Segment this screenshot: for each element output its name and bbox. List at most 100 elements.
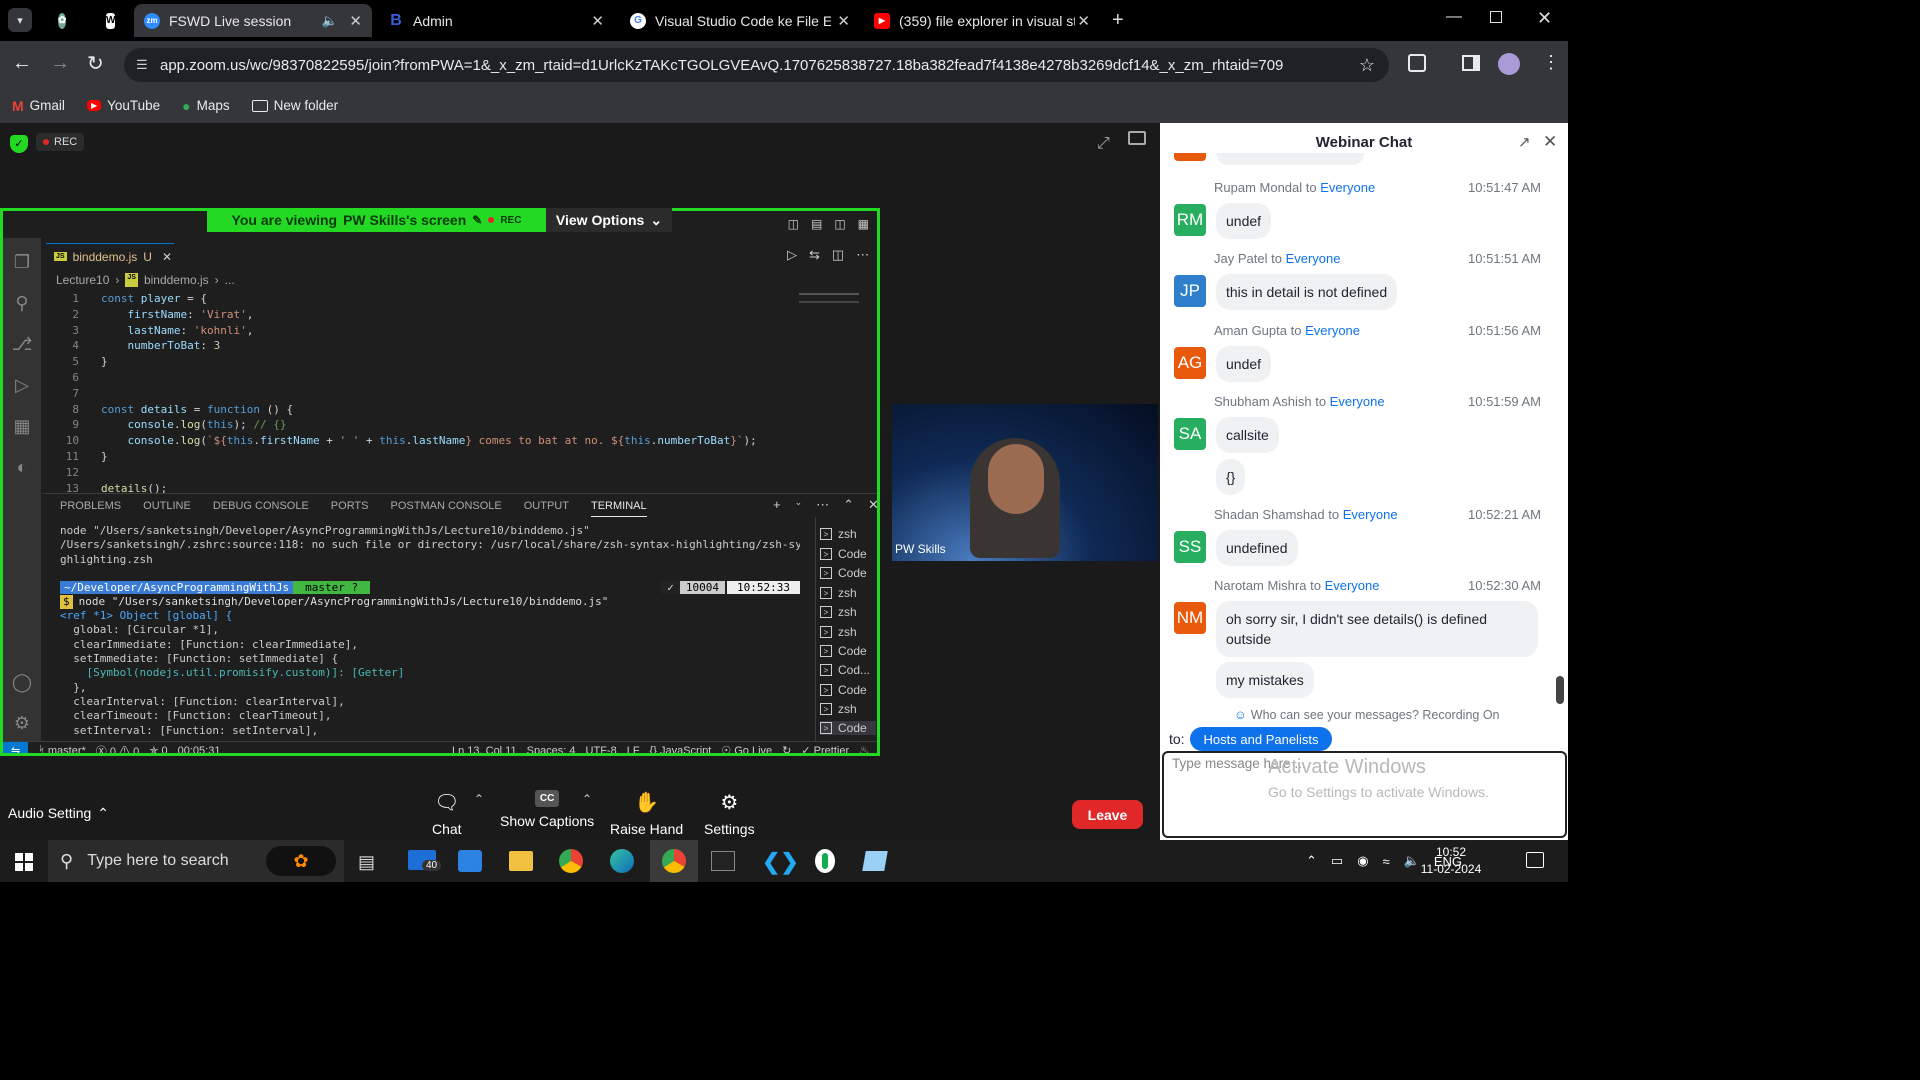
settings-control[interactable]: ⚙ Settings bbox=[704, 790, 755, 837]
terminal-list-item[interactable]: > zsh bbox=[820, 586, 857, 600]
tab-outline[interactable]: OUTLINE bbox=[143, 500, 191, 517]
language-status[interactable]: {} JavaScript bbox=[650, 745, 712, 754]
mongodb-icon[interactable] bbox=[815, 849, 835, 873]
profile-avatar[interactable] bbox=[1498, 53, 1520, 75]
chat-control[interactable]: 🗨 Chat bbox=[432, 790, 462, 837]
bookmark-star-icon[interactable]: ☆ bbox=[1359, 55, 1375, 76]
close-tab-icon[interactable]: ✕ bbox=[591, 12, 604, 30]
bookmark-new-folder[interactable]: New folder bbox=[251, 98, 338, 113]
toggle-panel-icon[interactable]: ▤ bbox=[811, 217, 822, 231]
terminal-list-item[interactable]: > zsh bbox=[820, 605, 857, 619]
chrome-active-icon[interactable] bbox=[650, 840, 698, 882]
wifi-icon[interactable]: ≈ bbox=[1383, 854, 1390, 869]
editor-tab[interactable]: JS binddemo.js U ✕ bbox=[46, 243, 174, 269]
tab-google[interactable]: G Visual Studio Code ke File Explo ✕ bbox=[620, 4, 860, 37]
taskbar-search[interactable]: ⚲ Type here to search ✿ bbox=[48, 840, 344, 882]
app-icon[interactable] bbox=[862, 851, 888, 871]
recording-badge[interactable]: REC bbox=[36, 133, 85, 151]
terminal-list-item[interactable]: > Code bbox=[820, 683, 867, 697]
maximize-panel-icon[interactable]: ⌃ bbox=[843, 497, 854, 513]
run-debug-icon[interactable]: ▷ bbox=[15, 375, 29, 396]
terminal-output[interactable]: node "/Users/sanketsingh/Developer/Async… bbox=[60, 524, 800, 744]
windows-start-icon[interactable] bbox=[15, 853, 33, 871]
terminal-list-item[interactable]: > zsh bbox=[820, 702, 857, 716]
meet-now-icon[interactable]: ◉ bbox=[1357, 853, 1368, 869]
terminal-icon[interactable] bbox=[711, 851, 735, 871]
edge-icon[interactable] bbox=[610, 849, 634, 873]
tab-admin[interactable]: B Admin ✕ bbox=[378, 4, 614, 37]
view-options-button[interactable]: View Options ⌄ bbox=[546, 208, 672, 232]
popout-icon[interactable]: ↗ bbox=[1518, 133, 1531, 151]
minimize-icon[interactable]: — bbox=[1446, 8, 1462, 26]
remote-indicator-icon[interactable]: ⇋ bbox=[3, 741, 29, 753]
close-panel-icon[interactable]: ✕ bbox=[868, 497, 877, 513]
forward-icon[interactable]: → bbox=[50, 52, 70, 75]
sync-icon[interactable]: ↻ bbox=[782, 744, 791, 753]
extensions-icon[interactable]: ▦ bbox=[13, 416, 30, 437]
clock[interactable]: 10:52 11-02-2024 bbox=[1420, 844, 1482, 878]
tab-output[interactable]: OUTPUT bbox=[524, 500, 569, 517]
branch-status[interactable]: ᛋ master* bbox=[38, 745, 86, 754]
eol-status[interactable]: LF bbox=[627, 745, 640, 754]
close-tab-icon[interactable]: ✕ bbox=[837, 12, 850, 30]
chrome-icon[interactable] bbox=[559, 849, 583, 873]
file-explorer-icon[interactable] bbox=[509, 851, 533, 871]
volume-icon[interactable]: 🔈 bbox=[1404, 853, 1420, 869]
chat-scrollbar[interactable] bbox=[1556, 676, 1564, 704]
leave-button[interactable]: Leave bbox=[1072, 800, 1143, 829]
terminal-list-item[interactable]: > Code bbox=[820, 547, 867, 561]
source-control-icon[interactable]: ⎇ bbox=[12, 334, 33, 355]
bookmark-youtube[interactable]: ▶ YouTube bbox=[86, 98, 160, 113]
notifications-icon[interactable]: ♨ bbox=[859, 744, 869, 753]
back-icon[interactable]: ← bbox=[12, 52, 32, 75]
split-editor-icon[interactable]: ◫ bbox=[832, 247, 844, 263]
compare-icon[interactable]: ⇆ bbox=[809, 247, 820, 263]
tab-terminal[interactable]: TERMINAL bbox=[590, 500, 647, 517]
speaker-icon[interactable]: 🔈 bbox=[322, 13, 338, 29]
breadcrumb-file[interactable]: binddemo.js bbox=[144, 273, 209, 287]
search-icon[interactable]: ⚲ bbox=[15, 293, 28, 314]
tab-debug-console[interactable]: DEBUG CONSOLE bbox=[213, 500, 309, 517]
indentation-status[interactable]: Spaces: 4 bbox=[527, 745, 576, 754]
terminal-dropdown-icon[interactable]: ⌄ bbox=[795, 497, 803, 513]
captions-chevron-icon[interactable]: ⌃ bbox=[582, 792, 592, 806]
audio-setting-button[interactable]: Audio Setting ⌃ bbox=[8, 805, 109, 822]
terminal-list-item[interactable]: > Cod... bbox=[820, 663, 870, 677]
close-tab-icon[interactable]: ✕ bbox=[162, 250, 172, 264]
presenter-video[interactable]: PW Skills bbox=[892, 404, 1158, 561]
breadcrumb-more[interactable]: ... bbox=[225, 273, 235, 287]
manage-gear-icon[interactable]: ⚙ bbox=[14, 713, 30, 734]
run-icon[interactable]: ▷ bbox=[787, 247, 797, 263]
close-chat-icon[interactable]: ✕ bbox=[1543, 132, 1557, 152]
code-editor[interactable]: 1 const player = { 2 firstName: 'Virat', … bbox=[43, 291, 803, 493]
go-live-status[interactable]: ☉ Go Live bbox=[721, 744, 772, 753]
tab-postman-console[interactable]: POSTMAN CONSOLE bbox=[391, 500, 502, 517]
view-switch-icon[interactable] bbox=[1128, 131, 1146, 145]
ports-status[interactable]: ✯ 0 bbox=[149, 744, 167, 753]
tab-zoom[interactable]: zm FSWD Live session 🔈 ✕ bbox=[134, 4, 372, 37]
tab-chatgpt[interactable]: ✿ bbox=[48, 4, 76, 37]
terminal-list-item[interactable]: > Code bbox=[820, 644, 867, 658]
close-tab-icon[interactable]: ✕ bbox=[349, 12, 362, 30]
customize-layout-icon[interactable]: ▦ bbox=[858, 217, 869, 231]
recipient-select[interactable]: Hosts and Panelists bbox=[1190, 727, 1332, 751]
site-info-icon[interactable]: ☰ bbox=[136, 57, 148, 73]
vscode-icon[interactable]: ❮❯ bbox=[762, 849, 799, 875]
tab-search-button[interactable]: ▾ bbox=[8, 8, 32, 32]
bookmark-gmail[interactable]: M Gmail bbox=[12, 98, 65, 114]
chevron-up-icon[interactable]: ⌃ bbox=[1306, 853, 1317, 869]
account-icon[interactable]: ◯ bbox=[12, 672, 32, 693]
tab-ports[interactable]: PORTS bbox=[331, 500, 369, 517]
tab-problems[interactable]: PROBLEMS bbox=[60, 500, 121, 517]
encoding-status[interactable]: UTF-8 bbox=[586, 745, 617, 754]
restore-icon[interactable] bbox=[1490, 11, 1502, 23]
more-menu-icon[interactable]: ⋮ bbox=[1542, 52, 1560, 73]
close-window-icon[interactable]: ✕ bbox=[1537, 8, 1552, 29]
prettier-status[interactable]: ✓ Prettier bbox=[801, 744, 849, 753]
breadcrumb-folder[interactable]: Lecture10 bbox=[56, 273, 109, 287]
remote-icon[interactable]: ◐ bbox=[17, 457, 28, 478]
errors-status[interactable]: Ⓧ 0 ⚠ 0 bbox=[96, 743, 139, 754]
security-shield-icon[interactable]: ✓ bbox=[10, 135, 28, 153]
fullscreen-icon[interactable]: ⤢ bbox=[1097, 135, 1110, 153]
chat-options-chevron-icon[interactable]: ⌃ bbox=[474, 792, 484, 806]
